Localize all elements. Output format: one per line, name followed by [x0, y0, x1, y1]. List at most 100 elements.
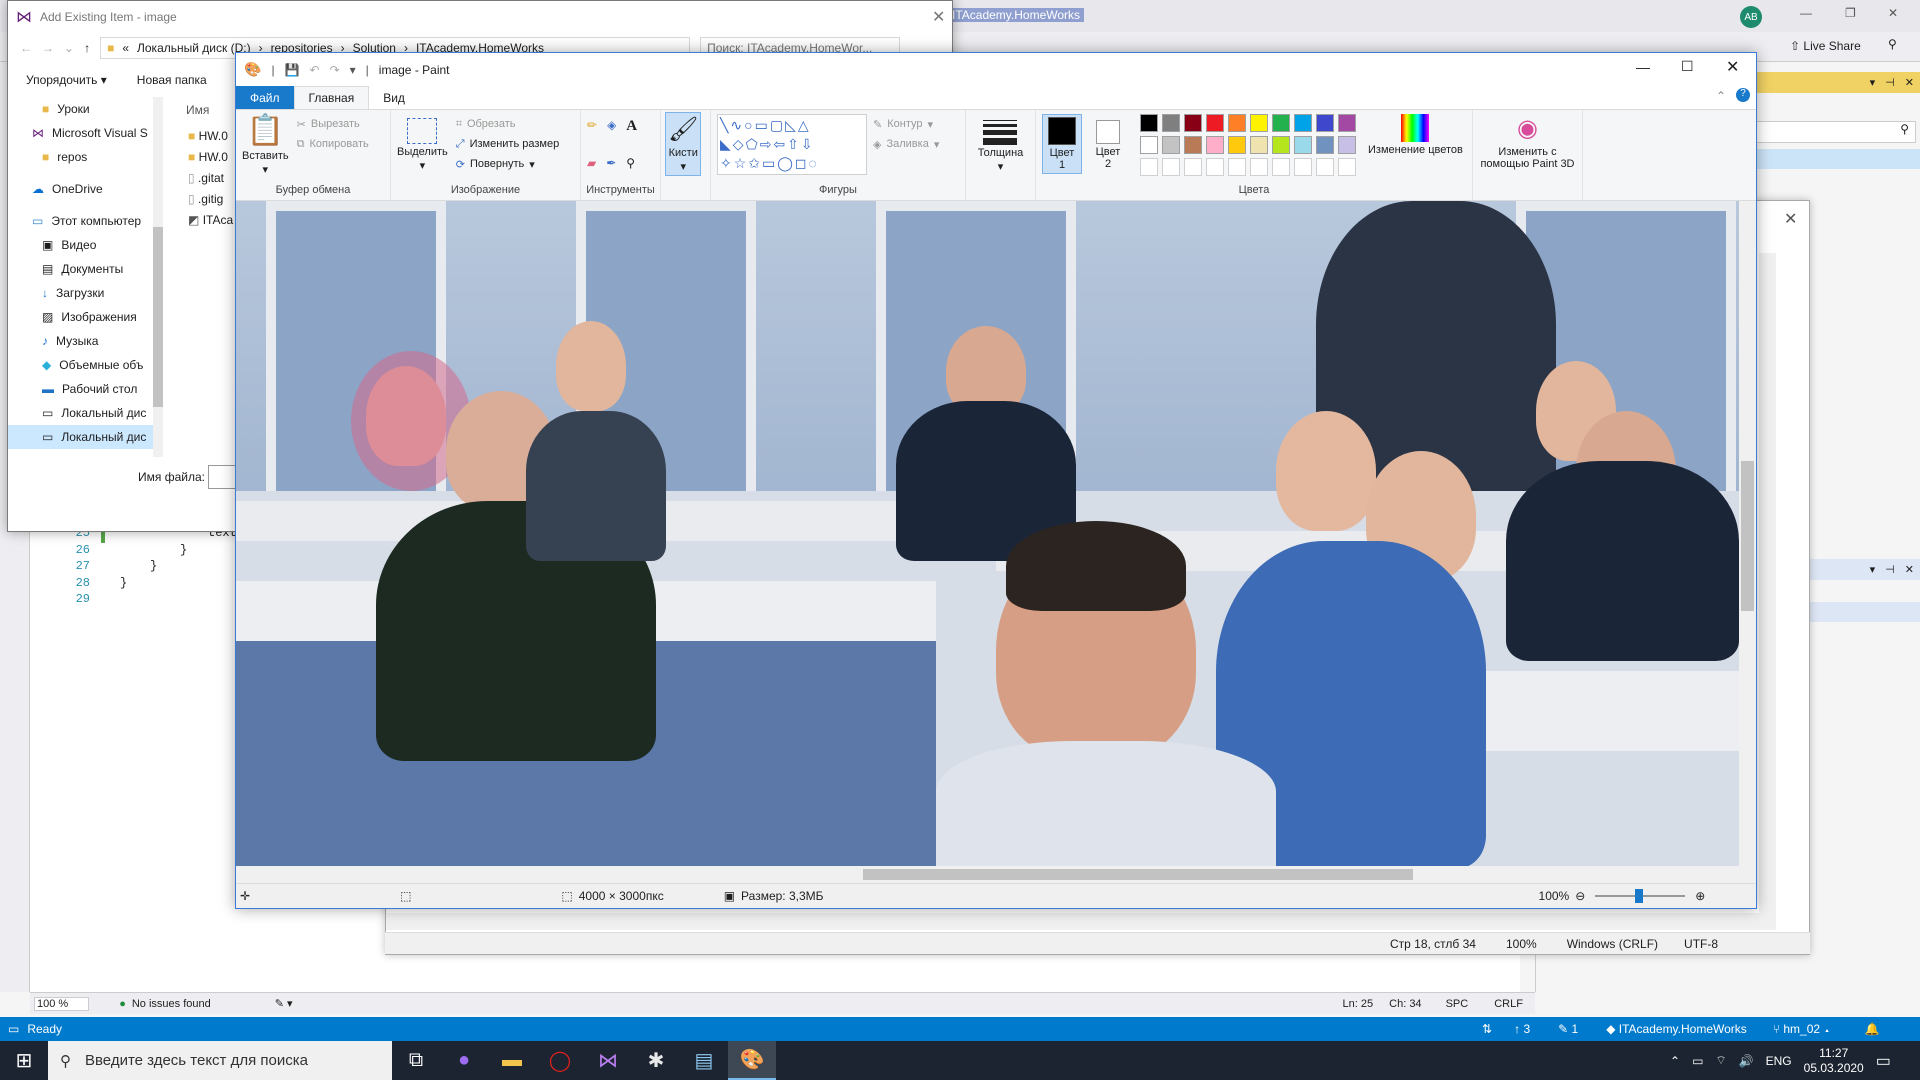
color1-button[interactable]: Цвет 1	[1042, 114, 1082, 174]
copy-button[interactable]: ⧉ Копировать	[297, 134, 369, 154]
color-swatch[interactable]	[1140, 114, 1158, 132]
volume-icon[interactable]: 🔊	[1739, 1054, 1754, 1068]
color-swatch[interactable]	[1294, 114, 1312, 132]
color-swatch[interactable]	[1162, 136, 1180, 154]
close-icon[interactable]: ✕	[1726, 57, 1739, 77]
undo-icon[interactable]: ↶	[310, 63, 320, 77]
new-folder-button[interactable]: Новая папка	[137, 73, 207, 87]
horizontal-scrollbar[interactable]	[386, 913, 1776, 930]
pencil-icon[interactable]: ✏	[587, 118, 597, 132]
color-swatch[interactable]	[1162, 114, 1180, 132]
size-button[interactable]: Толщина ▾	[978, 114, 1023, 173]
pin-icon[interactable]: ⚲	[1888, 37, 1897, 51]
minimize-icon[interactable]: —	[1800, 6, 1812, 20]
custom-color-slot[interactable]	[1184, 158, 1202, 176]
breadcrumb-item[interactable]: Локальный диск (D:)	[137, 41, 251, 55]
language-indicator[interactable]: ENG	[1766, 1054, 1792, 1068]
nav-item[interactable]: ☁ OneDrive	[8, 177, 158, 201]
chevron-down-icon[interactable]: ⌄	[64, 41, 74, 55]
custom-color-slot[interactable]	[1228, 158, 1246, 176]
paint-icon[interactable]: 🎨	[728, 1041, 776, 1080]
image-canvas[interactable]	[236, 201, 1756, 868]
canvas-vertical-scrollbar[interactable]	[1739, 201, 1756, 866]
nav-item[interactable]: ▣ Видео	[8, 233, 158, 257]
notifications-icon[interactable]: ▭	[1876, 1051, 1891, 1071]
git-icon[interactable]: ⇅	[1482, 1022, 1492, 1036]
clock[interactable]: 11:27 05.03.2020	[1804, 1046, 1864, 1076]
task-view-icon[interactable]: ⧉	[392, 1041, 440, 1080]
slack-icon[interactable]: ✱	[632, 1041, 680, 1080]
resize-button[interactable]: ⤢ Изменить размер	[456, 134, 559, 154]
close-icon[interactable]: ✕	[1905, 563, 1914, 576]
nav-item[interactable]: ↓ Загрузки	[8, 281, 158, 305]
zoom-out-icon[interactable]: ⊖	[1575, 889, 1585, 903]
windows-start-icon[interactable]: ⊞	[0, 1048, 48, 1073]
color-swatch[interactable]	[1184, 114, 1202, 132]
color-swatch[interactable]	[1250, 114, 1268, 132]
paint3d-button[interactable]: ◉ Изменить с помощью Paint 3D	[1478, 114, 1578, 170]
select-button[interactable]: Выделить ▾	[397, 114, 448, 172]
custom-color-slot[interactable]	[1294, 158, 1312, 176]
collapse-ribbon-icon[interactable]: ⌃	[1716, 89, 1726, 103]
text-icon[interactable]: A	[626, 118, 637, 135]
edit-colors-button[interactable]: Изменение цветов	[1368, 114, 1463, 156]
magnifier-icon[interactable]: ⚲	[626, 156, 635, 170]
minimize-icon[interactable]: —	[1636, 59, 1650, 75]
fill-icon[interactable]: ◈	[607, 118, 616, 132]
back-icon[interactable]: ←	[20, 41, 32, 55]
close-icon[interactable]: ✕	[1888, 6, 1898, 20]
push-count[interactable]: ↑ 3	[1514, 1022, 1530, 1036]
color-swatch[interactable]	[1228, 114, 1246, 132]
canvas-horizontal-scrollbar[interactable]	[236, 866, 1756, 883]
taskbar-search[interactable]: ⚲ Введите здесь текст для поиска	[48, 1041, 392, 1080]
nav-item[interactable]: ■ Уроки	[8, 97, 158, 121]
avatar[interactable]: AB	[1740, 6, 1762, 28]
rotate-button[interactable]: ⟳ Повернуть ▾	[456, 154, 559, 174]
breadcrumb-overflow[interactable]: «	[122, 41, 129, 55]
nav-item[interactable]: ▭ Локальный дис	[8, 401, 158, 425]
color-swatch[interactable]	[1316, 114, 1334, 132]
nav-item[interactable]: ▤ Документы	[8, 257, 158, 281]
color-swatch[interactable]	[1316, 136, 1334, 154]
vertical-scrollbar[interactable]	[1759, 253, 1776, 913]
outline-button[interactable]: ✎ Контур ▾	[873, 114, 939, 134]
color-swatch[interactable]	[1184, 136, 1202, 154]
pin-icon[interactable]: ⊣	[1885, 76, 1895, 89]
close-icon[interactable]: ✕	[932, 7, 945, 27]
close-icon[interactable]: ✕	[1905, 76, 1914, 89]
color-swatch[interactable]	[1206, 136, 1224, 154]
nav-item[interactable]: ▬ Рабочий стол	[8, 377, 158, 401]
alice-icon[interactable]: ●	[440, 1041, 488, 1080]
scrollbar-thumb[interactable]	[863, 869, 1413, 880]
zoom-slider-thumb[interactable]	[1635, 889, 1644, 903]
nav-scrollbar-thumb[interactable]	[153, 227, 163, 407]
scrollbar-thumb[interactable]	[1741, 461, 1754, 611]
color-picker-icon[interactable]: ✒	[606, 156, 616, 170]
list-item[interactable]: ▯ .gitig	[188, 192, 233, 213]
nav-item[interactable]: ▭ Этот компьютер	[8, 209, 158, 233]
pin-icon[interactable]: ⊣	[1885, 563, 1895, 576]
column-header-name[interactable]: Имя	[186, 103, 209, 117]
dropdown-icon[interactable]: ▾	[1870, 563, 1876, 576]
organize-button[interactable]: Упорядочить ▾	[26, 73, 107, 87]
issues-status[interactable]: No issues found	[132, 998, 211, 1010]
eraser-icon[interactable]: ▰	[587, 156, 596, 170]
custom-color-slot[interactable]	[1316, 158, 1334, 176]
save-icon[interactable]: 💾	[285, 63, 300, 77]
list-item[interactable]: ■ HW.0	[188, 150, 233, 171]
changes-count[interactable]: ✎ 1	[1558, 1022, 1578, 1036]
color-swatch[interactable]	[1206, 114, 1224, 132]
custom-color-slot[interactable]	[1162, 158, 1180, 176]
zoom-in-icon[interactable]: ⊕	[1695, 889, 1705, 903]
color-swatch[interactable]	[1140, 136, 1158, 154]
branch-name[interactable]: ⑂ hm_02 ▴	[1773, 1022, 1831, 1036]
maximize-icon[interactable]: ☐	[1681, 58, 1694, 75]
nav-item[interactable]: ⋈ Microsoft Visual S	[8, 121, 158, 145]
file-explorer-icon[interactable]: ▬	[488, 1041, 536, 1080]
tab-home[interactable]: Главная	[293, 86, 370, 109]
close-icon[interactable]: ✕	[1784, 209, 1797, 229]
nav-item[interactable]: ▨ Изображения	[8, 305, 158, 329]
custom-color-slot[interactable]	[1140, 158, 1158, 176]
brushes-button[interactable]: 🖌 Кисти ▾	[665, 112, 702, 176]
brush-icon[interactable]: ✎ ▾	[275, 997, 293, 1010]
